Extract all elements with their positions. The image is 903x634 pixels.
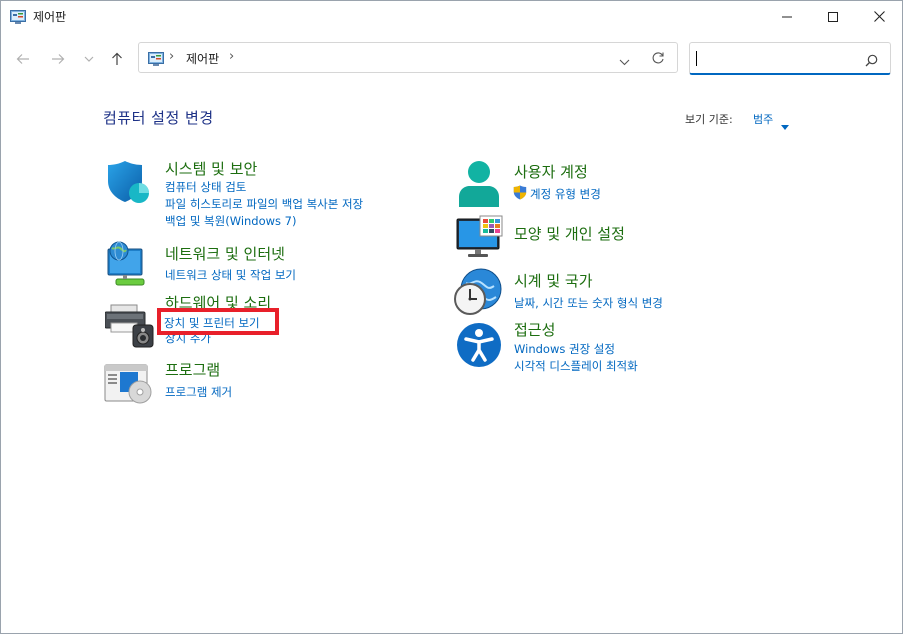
network-icon[interactable]: [104, 239, 152, 291]
clock-globe-icon[interactable]: [454, 267, 504, 321]
category-title-user-accounts[interactable]: 사용자 계정: [514, 161, 588, 182]
user-icon[interactable]: [456, 159, 502, 213]
category-title-appearance[interactable]: 모양 및 개인 설정: [514, 223, 625, 244]
forward-button[interactable]: [48, 49, 68, 69]
link-review-computer-status[interactable]: 컴퓨터 상태 검토: [165, 179, 246, 195]
close-button[interactable]: [856, 1, 902, 32]
title-bar: 제어판: [1, 1, 902, 32]
breadcrumb-separator[interactable]: ›: [229, 49, 234, 64]
recent-locations-button[interactable]: [79, 49, 99, 69]
link-optimize-visual-display[interactable]: 시각적 디스플레이 최적화: [514, 358, 638, 374]
control-panel-icon: [10, 9, 26, 24]
view-by-dropdown[interactable]: 범주: [753, 111, 773, 127]
appearance-icon[interactable]: [456, 215, 504, 263]
view-by-label: 보기 기준:: [685, 113, 733, 126]
link-change-date-time-format[interactable]: 날짜, 시간 또는 숫자 형식 변경: [514, 295, 663, 311]
dropdown-arrow-icon[interactable]: [781, 115, 789, 134]
link-windows-recommended-settings[interactable]: Windows 권장 설정: [514, 341, 615, 357]
breadcrumb-separator[interactable]: ›: [169, 49, 174, 64]
forward-arrow-icon: [52, 54, 65, 64]
minimize-icon: [782, 16, 792, 17]
uac-shield-icon: [513, 185, 527, 204]
address-dropdown-button[interactable]: [619, 51, 630, 70]
refresh-icon: [652, 52, 664, 64]
minimize-button[interactable]: [764, 1, 810, 32]
category-title-programs[interactable]: 프로그램: [165, 359, 220, 380]
up-arrow-icon: [112, 52, 122, 65]
close-icon: [873, 11, 885, 22]
link-network-status-tasks[interactable]: 네트워크 상태 및 작업 보기: [165, 267, 296, 283]
link-backup-restore[interactable]: 백업 및 복원(Windows 7): [165, 213, 297, 229]
page-title: 컴퓨터 설정 변경: [103, 109, 214, 127]
text-cursor: [696, 51, 697, 66]
control-panel-window: 제어판 › 제어판 › 컴퓨터 설정 변경 보기 기준: 범주 시스템 및 보안…: [0, 0, 903, 634]
control-panel-icon: [148, 51, 164, 70]
chevron-down-icon: [619, 59, 630, 66]
search-icon[interactable]: [865, 52, 878, 71]
chevron-down-icon: [84, 56, 94, 62]
address-bar[interactable]: › 제어판 ›: [138, 42, 678, 73]
highlight-box: 장치 및 프린터 보기: [157, 308, 279, 335]
category-title-network-internet[interactable]: 네트워크 및 인터넷: [165, 243, 285, 264]
link-change-account-type[interactable]: 계정 유형 변경: [530, 186, 601, 202]
maximize-icon: [828, 11, 838, 22]
window-title: 제어판: [33, 10, 67, 24]
shield-icon[interactable]: [105, 159, 151, 209]
printer-icon[interactable]: [104, 303, 155, 353]
maximize-button[interactable]: [810, 1, 856, 32]
category-title-accessibility[interactable]: 접근성: [514, 319, 555, 340]
search-input[interactable]: [698, 47, 862, 71]
programs-icon[interactable]: [104, 364, 154, 410]
accessibility-icon[interactable]: [456, 322, 502, 372]
search-box[interactable]: [689, 42, 891, 75]
up-button[interactable]: [107, 49, 127, 69]
refresh-button[interactable]: [651, 50, 665, 69]
link-uninstall-program[interactable]: 프로그램 제거: [165, 384, 232, 400]
category-title-system-security[interactable]: 시스템 및 보안: [165, 158, 257, 179]
back-button[interactable]: [13, 49, 33, 69]
back-arrow-icon: [16, 54, 29, 64]
category-title-clock-region[interactable]: 시계 및 국가: [514, 270, 593, 291]
link-view-devices-printers[interactable]: 장치 및 프린터 보기: [164, 315, 260, 331]
link-file-history-backup[interactable]: 파일 히스토리로 파일의 백업 복사본 저장: [165, 196, 363, 212]
breadcrumb-control-panel[interactable]: 제어판: [186, 50, 219, 67]
